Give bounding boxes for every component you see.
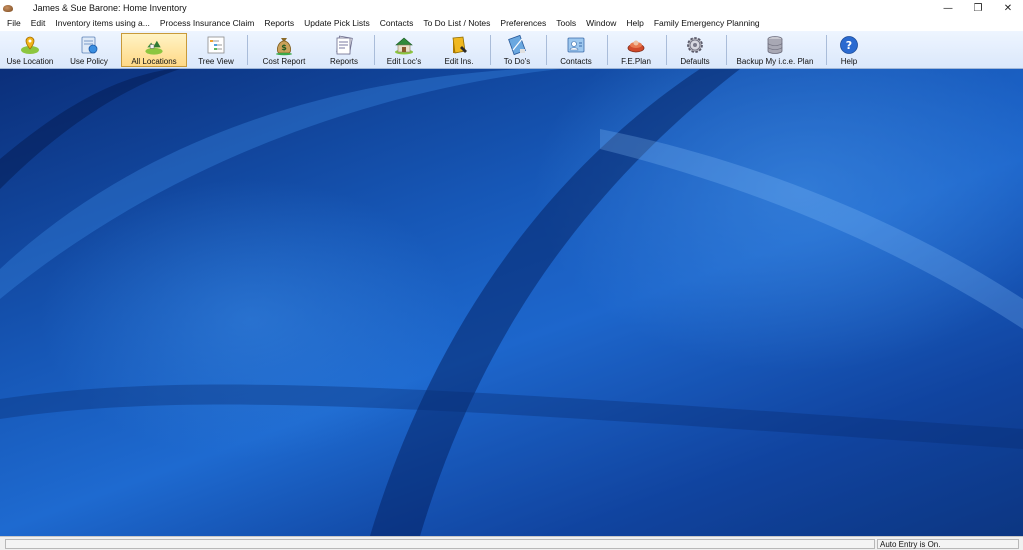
reports-button[interactable]: Reports xyxy=(322,33,366,67)
book-icon xyxy=(452,36,467,54)
toolbar-separator xyxy=(726,35,727,65)
house-icon xyxy=(395,37,413,55)
mdi-workspace xyxy=(0,69,1023,536)
menu-bar: File Edit Inventory items using a... Pro… xyxy=(0,16,1023,31)
database-icon xyxy=(767,36,783,54)
all-locations-label: All Locations xyxy=(131,57,177,66)
menu-edit[interactable]: Edit xyxy=(26,16,51,31)
toolbar-separator xyxy=(666,35,667,65)
emergency-plan-icon xyxy=(627,40,645,53)
cost-report-button[interactable]: $ Cost Report xyxy=(257,33,311,67)
cost-report-label: Cost Report xyxy=(262,57,306,66)
close-button[interactable]: ✕ xyxy=(993,0,1023,16)
gear-icon xyxy=(687,37,703,53)
policy-icon xyxy=(81,36,98,54)
all-locations-icon xyxy=(145,40,163,55)
toolbar-separator xyxy=(490,35,491,65)
location-icon xyxy=(21,36,39,54)
menu-tools[interactable]: Tools xyxy=(551,16,581,31)
tree-view-icon xyxy=(207,36,225,54)
window-controls: — ❐ ✕ xyxy=(933,0,1023,16)
backup-button[interactable]: Backup My i.c.e. Plan xyxy=(736,33,814,67)
menu-window[interactable]: Window xyxy=(581,16,621,31)
all-locations-button[interactable]: All Locations xyxy=(121,33,187,67)
defaults-button[interactable]: Defaults xyxy=(675,33,715,67)
edit-ins-button[interactable]: Edit Ins. xyxy=(440,33,478,67)
help-icon: ? xyxy=(840,36,858,54)
menu-update-pick-lists[interactable]: Update Pick Lists xyxy=(299,16,375,31)
edit-ins-label: Edit Ins. xyxy=(444,57,474,66)
menu-process-insurance-claim[interactable]: Process Insurance Claim xyxy=(155,16,259,31)
todos-label: To Do's xyxy=(503,57,531,66)
edit-locs-button[interactable]: Edit Loc's xyxy=(383,33,425,67)
menu-preferences[interactable]: Preferences xyxy=(495,16,551,31)
todo-icon xyxy=(508,34,526,56)
help-button[interactable]: ? Help xyxy=(835,33,863,67)
menu-contacts[interactable]: Contacts xyxy=(375,16,419,31)
use-location-label: Use Location xyxy=(6,57,54,66)
tree-view-label: Tree View xyxy=(198,57,234,66)
menu-reports[interactable]: Reports xyxy=(259,16,299,31)
use-policy-button[interactable]: Use Policy xyxy=(64,33,114,67)
defaults-label: Defaults xyxy=(680,57,710,66)
toolbar-separator xyxy=(826,35,827,65)
toolbar-separator xyxy=(374,35,375,65)
contacts-button[interactable]: Contacts xyxy=(555,33,597,67)
svg-text:?: ? xyxy=(846,39,852,52)
minimize-button[interactable]: — xyxy=(933,0,963,16)
fe-plan-button[interactable]: F.E.Plan xyxy=(616,33,656,67)
use-policy-label: Use Policy xyxy=(70,57,108,66)
help-label: Help xyxy=(840,57,858,66)
window-title: James & Sue Barone: Home Inventory xyxy=(33,3,187,13)
menu-todo-notes[interactable]: To Do List / Notes xyxy=(418,16,495,31)
menu-file[interactable]: File xyxy=(3,16,26,31)
title-bar: James & Sue Barone: Home Inventory — ❐ ✕ xyxy=(0,0,1023,16)
desktop-wallpaper xyxy=(0,69,1023,536)
use-location-button[interactable]: Use Location xyxy=(4,33,56,67)
menu-family-emergency-planning[interactable]: Family Emergency Planning xyxy=(649,16,765,31)
menu-inventory-items[interactable]: Inventory items using a... xyxy=(50,16,155,31)
todos-button[interactable]: To Do's xyxy=(499,33,535,67)
status-panel-main xyxy=(5,539,875,549)
toolbar-separator xyxy=(247,35,248,65)
toolbar-separator xyxy=(546,35,547,65)
toolbar-separator xyxy=(607,35,608,65)
toolbar: Use Location Use Policy All Locations Tr… xyxy=(0,31,1023,69)
fe-plan-label: F.E.Plan xyxy=(621,57,651,66)
contacts-label: Contacts xyxy=(560,57,592,66)
menu-help[interactable]: Help xyxy=(621,16,648,31)
status-panel-auto-entry: Auto Entry is On. xyxy=(877,539,1019,549)
money-bag-icon: $ xyxy=(276,38,292,56)
restore-button[interactable]: ❐ xyxy=(963,0,993,16)
edit-locs-label: Edit Loc's xyxy=(386,57,422,66)
reports-icon xyxy=(336,35,353,55)
tree-view-button[interactable]: Tree View xyxy=(193,33,239,67)
backup-label: Backup My i.c.e. Plan xyxy=(736,57,814,66)
reports-label: Reports xyxy=(329,57,358,66)
status-bar: Auto Entry is On. xyxy=(0,536,1023,550)
contacts-icon xyxy=(567,37,585,53)
app-icon xyxy=(3,4,13,12)
svg-text:$: $ xyxy=(281,43,287,52)
